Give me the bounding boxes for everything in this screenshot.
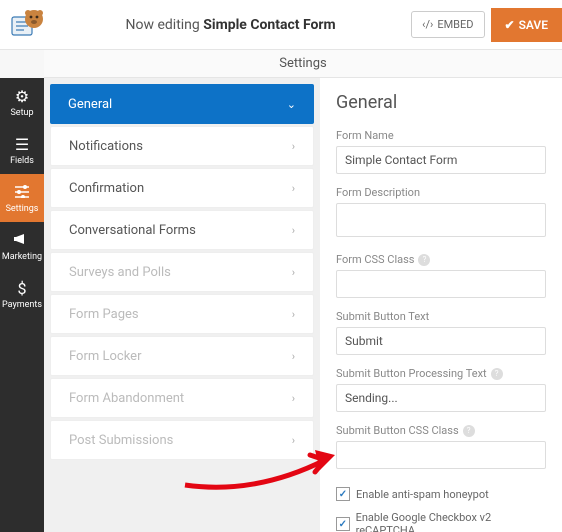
checkbox-label: Enable Google Checkbox v2 reCAPTCHA — [356, 511, 546, 532]
form-name-label: Form Name — [336, 129, 546, 142]
submit-text-label: Submit Button Text — [336, 310, 546, 323]
sidepanel-item-formlocker[interactable]: Form Locker › — [50, 336, 314, 376]
checkbox-label: Enable anti-spam honeypot — [356, 488, 489, 501]
submit-proc-label: Submit Button Processing Text? — [336, 367, 546, 380]
sidepanel-label: Conversational Forms — [69, 223, 196, 238]
chevron-down-icon: ⌄ — [287, 98, 296, 111]
save-button[interactable]: ✔ SAVE — [491, 8, 562, 42]
chevron-right-icon: › — [292, 182, 295, 195]
chevron-right-icon: › — [292, 350, 295, 363]
help-icon[interactable]: ? — [418, 254, 430, 266]
nav-label: Settings — [6, 204, 39, 214]
form-css-input[interactable] — [336, 270, 546, 298]
form-name-input[interactable] — [336, 146, 546, 174]
submit-css-input[interactable] — [336, 441, 546, 469]
editing-prefix: Now editing — [126, 17, 200, 33]
wpforms-logo — [6, 3, 50, 47]
form-desc-input[interactable] — [336, 203, 546, 237]
nav-marketing[interactable]: Marketing — [0, 222, 44, 270]
sidepanel-item-notifications[interactable]: Notifications › — [50, 126, 314, 166]
nav-fields[interactable]: ☰ Fields — [0, 126, 44, 174]
sidepanel-item-postsub[interactable]: Post Submissions › — [50, 420, 314, 460]
tab-bar: Settings — [44, 50, 562, 78]
nav-label: Payments — [2, 300, 42, 310]
sidepanel-label: Confirmation — [69, 181, 144, 196]
gear-icon: ⚙ — [15, 87, 29, 106]
chevron-right-icon: › — [292, 140, 295, 153]
checkbox-recaptcha-row: Enable Google Checkbox v2 reCAPTCHA — [336, 511, 546, 532]
sidepanel-label: Surveys and Polls — [69, 265, 171, 280]
sidepanel-label: Notifications — [69, 139, 143, 154]
bullhorn-icon — [14, 231, 30, 250]
code-icon: ‹/› — [422, 18, 433, 31]
sidepanel-label: Post Submissions — [69, 433, 173, 448]
checkbox-honeypot-row: Enable anti-spam honeypot — [336, 487, 546, 501]
nav-settings[interactable]: Settings — [0, 174, 44, 222]
chevron-right-icon: › — [292, 308, 295, 321]
sidepanel-label: Form Locker — [69, 349, 141, 364]
content-heading: General — [336, 92, 546, 113]
sidepanel-item-formpages[interactable]: Form Pages › — [50, 294, 314, 334]
sidepanel-item-general[interactable]: General ⌄ — [50, 84, 314, 124]
editing-title: Simple Contact Form — [203, 17, 335, 33]
top-bar: Now editing Simple Contact Form ‹/› EMBE… — [0, 0, 562, 50]
checkbox-honeypot[interactable] — [336, 487, 350, 501]
chevron-right-icon: › — [292, 392, 295, 405]
sidepanel-item-conversational[interactable]: Conversational Forms › — [50, 210, 314, 250]
embed-label: EMBED — [437, 18, 473, 31]
list-icon: ☰ — [15, 135, 29, 154]
sidepanel-label: Form Pages — [69, 307, 139, 322]
checkbox-recaptcha[interactable] — [336, 517, 350, 531]
sliders-icon — [14, 183, 30, 202]
settings-sidepanel: General ⌄ Notifications › Confirmation ›… — [44, 78, 320, 532]
dollar-icon: $ — [18, 279, 27, 298]
sidepanel-item-abandonment[interactable]: Form Abandonment › — [50, 378, 314, 418]
check-icon: ✔ — [505, 18, 515, 32]
content-panel: General Form Name Form Description Form … — [320, 78, 562, 532]
sidepanel-label: General — [68, 97, 112, 112]
tab-settings[interactable]: Settings — [279, 56, 326, 71]
nav-setup[interactable]: ⚙ Setup — [0, 78, 44, 126]
help-icon[interactable]: ? — [491, 368, 503, 380]
nav-payments[interactable]: $ Payments — [0, 270, 44, 318]
submit-text-input[interactable] — [336, 327, 546, 355]
form-css-label: Form CSS Class? — [336, 253, 546, 266]
nav-label: Fields — [10, 156, 34, 166]
editing-label: Now editing Simple Contact Form — [50, 17, 411, 33]
chevron-right-icon: › — [292, 434, 295, 447]
save-label: SAVE — [519, 18, 548, 32]
chevron-right-icon: › — [292, 224, 295, 237]
form-desc-label: Form Description — [336, 186, 546, 199]
sidepanel-item-surveys[interactable]: Surveys and Polls › — [50, 252, 314, 292]
submit-proc-input[interactable] — [336, 384, 546, 412]
submit-css-label: Submit Button CSS Class? — [336, 424, 546, 437]
main-area: ⚙ Setup ☰ Fields Settings Marketing $ Pa… — [0, 78, 562, 532]
nav-label: Setup — [10, 108, 33, 118]
help-icon[interactable]: ? — [463, 425, 475, 437]
nav-label: Marketing — [2, 252, 42, 262]
chevron-right-icon: › — [292, 266, 295, 279]
side-nav: ⚙ Setup ☰ Fields Settings Marketing $ Pa… — [0, 78, 44, 532]
sidepanel-label: Form Abandonment — [69, 391, 184, 406]
sidepanel-item-confirmation[interactable]: Confirmation › — [50, 168, 314, 208]
embed-button[interactable]: ‹/› EMBED — [411, 11, 484, 38]
